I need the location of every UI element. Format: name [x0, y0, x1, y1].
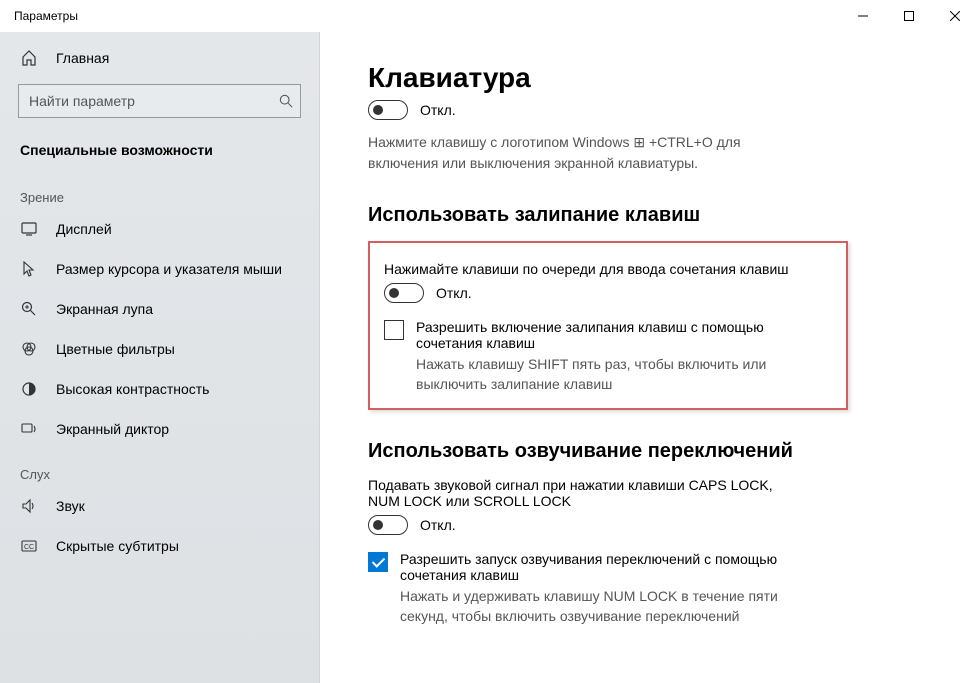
sidebar-item-label: Дисплей [56, 221, 112, 237]
sticky-toggle[interactable] [384, 283, 424, 303]
captions-icon: CC [20, 538, 38, 554]
cursor-icon [20, 261, 38, 277]
search-input[interactable] [18, 84, 301, 118]
sticky-toggle-state: Откл. [436, 285, 472, 301]
home-nav[interactable]: Главная [0, 40, 319, 76]
sidebar-item-color-filters[interactable]: Цветные фильтры [0, 329, 319, 369]
search-icon [279, 94, 293, 108]
sidebar-item-label: Размер курсора и указателя мыши [56, 261, 282, 277]
sticky-label: Нажимайте клавиши по очереди для ввода с… [384, 261, 832, 277]
title-bar: Параметры [0, 0, 978, 32]
sidebar-item-high-contrast[interactable]: Высокая контрастность [0, 369, 319, 409]
togglesounds-toggle[interactable] [368, 515, 408, 535]
sidebar-item-magnifier[interactable]: Экранная лупа [0, 289, 319, 329]
sidebar-item-display[interactable]: Дисплей [0, 209, 319, 249]
sidebar: Главная Специальные возможности Зрение Д… [0, 32, 320, 683]
togglesounds-check-label: Разрешить запуск озвучивания переключени… [400, 551, 808, 583]
togglesounds-shortcut-checkbox[interactable] [368, 552, 388, 572]
close-button[interactable] [932, 0, 978, 32]
display-icon [20, 221, 38, 237]
togglesounds-check-sub: Нажать и удерживать клавишу NUM LOCK в т… [400, 587, 808, 626]
group-hearing: Слух [0, 449, 319, 486]
sticky-check-sub: Нажать клавишу SHIFT пять раз, чтобы вкл… [416, 355, 832, 394]
sidebar-item-label: Цветные фильтры [56, 341, 175, 357]
osk-toggle-row: Откл. [368, 100, 930, 120]
togglesounds-toggle-row: Откл. [368, 515, 930, 535]
sidebar-item-label: Экранный диктор [56, 421, 169, 437]
sidebar-item-label: Скрытые субтитры [56, 538, 179, 554]
window-controls [840, 0, 978, 32]
sidebar-item-sound[interactable]: Звук [0, 486, 319, 526]
minimize-button[interactable] [840, 0, 886, 32]
sticky-heading: Использовать залипание клавиш [368, 204, 930, 227]
sidebar-item-narrator[interactable]: Экранный диктор [0, 409, 319, 449]
sidebar-item-label: Экранная лупа [56, 301, 153, 317]
togglesounds-heading: Использовать озвучивание переключений [368, 440, 930, 463]
magnifier-icon [20, 301, 38, 317]
osk-toggle[interactable] [368, 100, 408, 120]
togglesounds-toggle-state: Откл. [420, 517, 456, 533]
section-title: Специальные возможности [0, 132, 319, 172]
sidebar-item-label: Звук [56, 498, 85, 514]
osk-toggle-state: Откл. [420, 102, 456, 118]
sidebar-item-label: Высокая контрастность [56, 381, 209, 397]
osk-helper: Нажмите клавишу с логотипом Windows ⊞ +C… [368, 132, 808, 174]
sound-icon [20, 498, 38, 514]
sticky-shortcut-checkbox[interactable] [384, 320, 404, 340]
sticky-highlight-box: Нажимайте клавиши по очереди для ввода с… [368, 241, 848, 410]
togglesounds-shortcut-row: Разрешить запуск озвучивания переключени… [368, 551, 808, 626]
sidebar-item-cursor[interactable]: Размер курсора и указателя мыши [0, 249, 319, 289]
svg-text:CC: CC [24, 544, 34, 551]
group-vision: Зрение [0, 172, 319, 209]
sticky-shortcut-row: Разрешить включение залипания клавиш с п… [384, 319, 832, 394]
maximize-button[interactable] [886, 0, 932, 32]
home-icon [20, 50, 38, 66]
sidebar-item-captions[interactable]: CC Скрытые субтитры [0, 526, 319, 566]
search-wrap [18, 84, 301, 118]
contrast-icon [20, 381, 38, 397]
home-label: Главная [56, 50, 109, 66]
color-filter-icon [20, 341, 38, 357]
window-title: Параметры [14, 9, 78, 23]
main-content: Клавиатура Откл. Нажмите клавишу с логот… [320, 32, 978, 683]
sticky-check-label: Разрешить включение залипания клавиш с п… [416, 319, 832, 351]
togglesounds-label: Подавать звуковой сигнал при нажатии кла… [368, 477, 808, 509]
narrator-icon [20, 421, 38, 437]
page-title: Клавиатура [368, 62, 930, 94]
sticky-toggle-row: Откл. [384, 283, 832, 303]
